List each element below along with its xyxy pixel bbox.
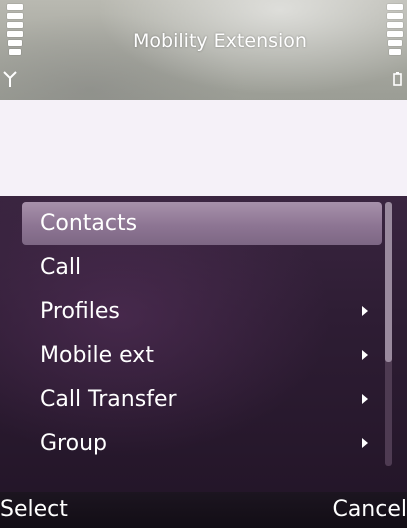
menu-item-profiles[interactable]: Profiles [22, 290, 382, 333]
menu-item-group[interactable]: Group [22, 422, 382, 465]
submenu-arrow-icon [362, 350, 368, 360]
signal-bar [7, 4, 23, 10]
select-softkey[interactable]: Select [0, 495, 68, 525]
menu-item-label: Mobile ext [40, 343, 154, 368]
signal-bar [8, 40, 22, 46]
phone-screen: Mobility Extension Contacts Call Profile… [0, 0, 407, 528]
scrollbar-thumb[interactable] [385, 202, 392, 362]
menu-item-label: Call [40, 255, 82, 280]
signal-bar [7, 22, 23, 28]
battery-bar [387, 22, 403, 28]
submenu-arrow-icon [362, 306, 368, 316]
softkey-bar: Select Cancel [0, 492, 407, 528]
menu-item-call-transfer[interactable]: Call Transfer [22, 378, 382, 421]
status-bar: Mobility Extension [0, 0, 407, 100]
menu-item-contacts[interactable]: Contacts [22, 202, 382, 245]
menu-item-mobile-ext[interactable]: Mobile ext [22, 334, 382, 377]
menu-item-label: Contacts [40, 211, 138, 236]
menu-item-label: Call Transfer [40, 387, 177, 412]
submenu-arrow-icon [362, 394, 368, 404]
battery-level-indicator [387, 4, 403, 58]
empty-content-area [0, 100, 407, 196]
battery-icon [393, 72, 402, 86]
signal-bar [9, 49, 21, 55]
menu-item-label: Profiles [40, 299, 120, 324]
menu-list: Contacts Call Profiles Mobile ext Call T… [22, 202, 382, 466]
cancel-softkey[interactable]: Cancel [332, 495, 407, 525]
signal-bar [7, 13, 23, 19]
signal-bar [7, 31, 23, 37]
submenu-arrow-icon [362, 438, 368, 448]
menu-item-call[interactable]: Call [22, 246, 382, 289]
options-menu: Contacts Call Profiles Mobile ext Call T… [0, 196, 407, 492]
menu-item-label: Group [40, 431, 107, 456]
app-title: Mobility Extension [133, 30, 307, 52]
antenna-icon [3, 71, 17, 87]
battery-bar [387, 4, 403, 10]
battery-bar [388, 40, 402, 46]
signal-strength-indicator [7, 4, 23, 58]
battery-bar [389, 49, 401, 55]
battery-bar [387, 13, 403, 19]
battery-bar [387, 31, 403, 37]
menu-scrollbar[interactable] [385, 202, 392, 466]
